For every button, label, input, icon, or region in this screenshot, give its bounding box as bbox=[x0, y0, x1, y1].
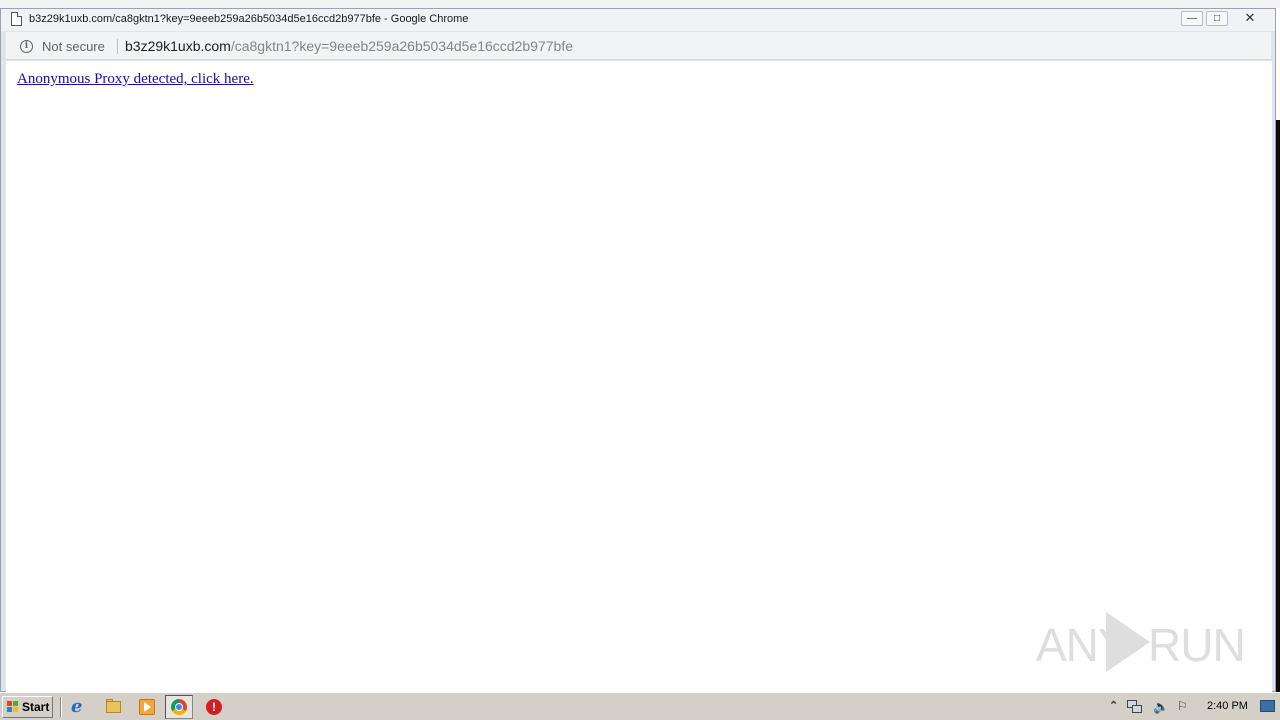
folder-icon[interactable] bbox=[105, 698, 123, 716]
minimize-button[interactable]: — bbox=[1181, 11, 1203, 26]
window-titlebar[interactable]: b3z29k1uxb.com/ca8gktn1?key=9eeeb259a26b… bbox=[1, 9, 1275, 31]
security-status[interactable]: Not secure bbox=[42, 39, 105, 54]
url-text[interactable]: b3z29k1uxb.com/ca8gktn1?key=9eeeb259a26b… bbox=[125, 38, 573, 54]
chrome-icon[interactable] bbox=[170, 698, 188, 716]
address-bar[interactable]: i Not secure b3z29k1uxb.com/ca8gktn1?key… bbox=[6, 32, 1271, 60]
anyrun-watermark: ANY RUN bbox=[1036, 608, 1246, 674]
stop-icon[interactable]: ! bbox=[205, 698, 223, 716]
taskbar-separator bbox=[60, 697, 62, 717]
window-title: b3z29k1uxb.com/ca8gktn1?key=9eeeb259a26b… bbox=[29, 13, 469, 25]
close-button[interactable]: ✕ bbox=[1239, 11, 1261, 26]
show-hidden-icons-icon[interactable]: ⌃ bbox=[1109, 699, 1118, 712]
maximize-button[interactable]: □ bbox=[1206, 11, 1228, 26]
media-player-icon[interactable] bbox=[138, 698, 156, 716]
info-icon[interactable]: i bbox=[20, 40, 33, 53]
windows-logo-icon bbox=[7, 701, 19, 713]
watermark-play-icon bbox=[1106, 612, 1150, 672]
proxy-detected-link[interactable]: Anonymous Proxy detected, click here. bbox=[17, 71, 254, 88]
taskbar: Start e ! ⌃ 🔈 ⚐ 2:40 PM bbox=[0, 692, 1280, 720]
action-center-flag-icon[interactable]: ⚐ bbox=[1177, 699, 1188, 713]
start-button[interactable]: Start bbox=[2, 696, 53, 718]
volume-icon[interactable]: 🔈 bbox=[1153, 699, 1169, 715]
start-label: Start bbox=[22, 700, 50, 714]
system-tray: ⌃ 🔈 ⚐ bbox=[1105, 696, 1200, 718]
internet-explorer-icon[interactable]: e bbox=[71, 698, 89, 716]
background-window-strip bbox=[0, 0, 1280, 8]
page-icon bbox=[11, 12, 22, 26]
show-desktop-icon[interactable] bbox=[1260, 700, 1275, 712]
address-separator bbox=[117, 39, 118, 54]
network-icon[interactable] bbox=[1127, 700, 1143, 714]
page-content: Anonymous Proxy detected, click here. bbox=[6, 61, 1272, 692]
chrome-popup-window: b3z29k1uxb.com/ca8gktn1?key=9eeeb259a26b… bbox=[0, 8, 1276, 692]
url-path: /ca8gktn1?key=9eeeb259a26b5034d5e16ccd2b… bbox=[230, 38, 573, 54]
url-host: b3z29k1uxb.com bbox=[125, 38, 231, 54]
taskbar-clock[interactable]: 2:40 PM bbox=[1207, 700, 1248, 712]
watermark-run: RUN bbox=[1148, 619, 1246, 671]
